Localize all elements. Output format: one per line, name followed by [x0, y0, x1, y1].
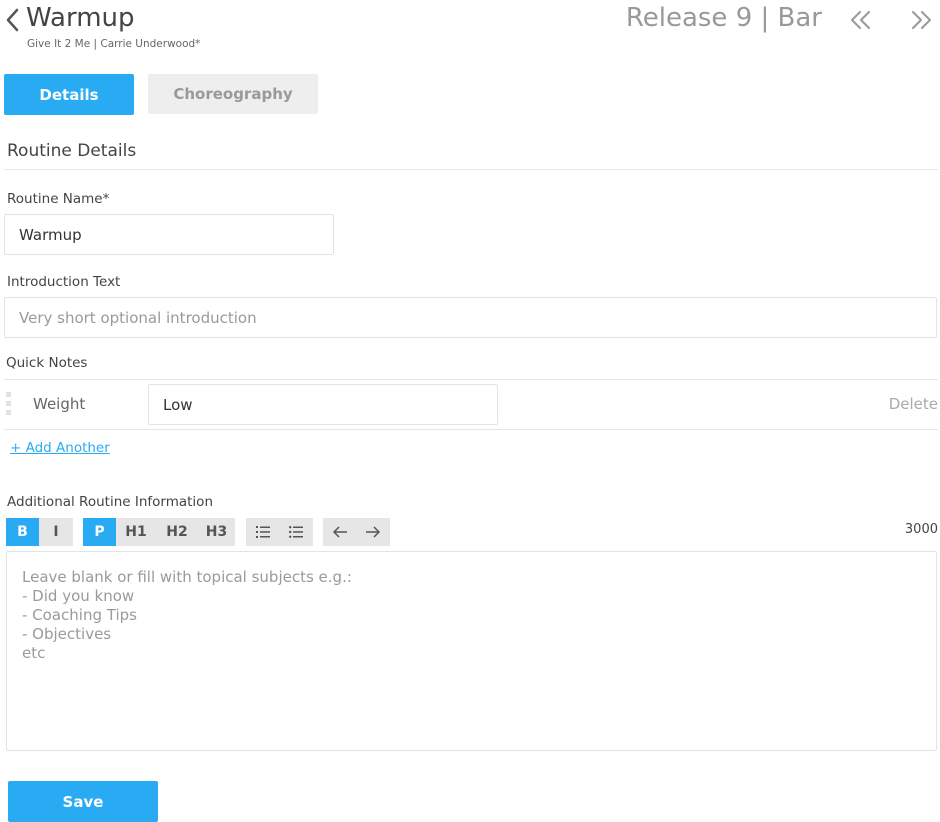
- italic-button[interactable]: I: [39, 518, 73, 546]
- undo-icon: [332, 526, 347, 538]
- quick-note-key: Weight: [33, 395, 86, 413]
- intro-label: Introduction Text: [7, 274, 121, 290]
- quick-note-value: Low: [163, 395, 193, 414]
- rich-text-editor[interactable]: Leave blank or fill with topical subject…: [6, 551, 937, 751]
- h1-button[interactable]: H1: [116, 518, 156, 546]
- chevron-left-icon[interactable]: [2, 6, 24, 34]
- ordered-list-button[interactable]: [246, 518, 279, 546]
- paragraph-button[interactable]: P: [83, 518, 116, 546]
- routine-name-input[interactable]: Warmup: [4, 214, 334, 255]
- drag-handle-icon[interactable]: [6, 392, 12, 418]
- redo-icon: [366, 526, 380, 538]
- additional-info-label: Additional Routine Information: [7, 494, 213, 510]
- intro-input[interactable]: Very short optional introduction: [4, 297, 937, 338]
- song-subtitle: Give It 2 Me | Carrie Underwood*: [27, 38, 201, 50]
- section-title: Routine Details: [7, 141, 137, 161]
- redo-button[interactable]: [356, 518, 390, 546]
- h2-button[interactable]: H2: [156, 518, 198, 546]
- char-count: 3000: [904, 522, 938, 537]
- double-chevron-left-icon[interactable]: [848, 9, 874, 31]
- routine-name-value: Warmup: [19, 225, 82, 244]
- bold-button[interactable]: B: [6, 518, 39, 546]
- undo-button[interactable]: [323, 518, 356, 546]
- page-title: Warmup: [26, 3, 135, 33]
- save-button[interactable]: Save: [8, 781, 158, 822]
- ordered-list-icon: [255, 526, 270, 538]
- release-title: Release 9 | Bar: [625, 3, 822, 33]
- tab-details[interactable]: Details: [4, 74, 134, 115]
- quick-notes-divider-bottom: [4, 429, 938, 430]
- delete-link[interactable]: Delete: [889, 395, 938, 413]
- add-another-link[interactable]: + Add Another: [10, 440, 110, 456]
- intro-placeholder: Very short optional introduction: [19, 308, 257, 327]
- bullet-list-icon: [289, 526, 303, 538]
- tab-choreography[interactable]: Choreography: [148, 74, 318, 114]
- editor-placeholder: Leave blank or fill with topical subject…: [22, 568, 352, 662]
- double-chevron-right-icon[interactable]: [908, 9, 934, 31]
- routine-name-label: Routine Name*: [7, 191, 110, 207]
- quick-notes-label: Quick Notes: [6, 355, 88, 371]
- section-divider: [4, 169, 938, 170]
- quick-notes-divider-top: [4, 379, 938, 380]
- bullet-list-button[interactable]: [279, 518, 313, 546]
- h3-button[interactable]: H3: [198, 518, 235, 546]
- quick-note-value-input[interactable]: Low: [148, 384, 498, 425]
